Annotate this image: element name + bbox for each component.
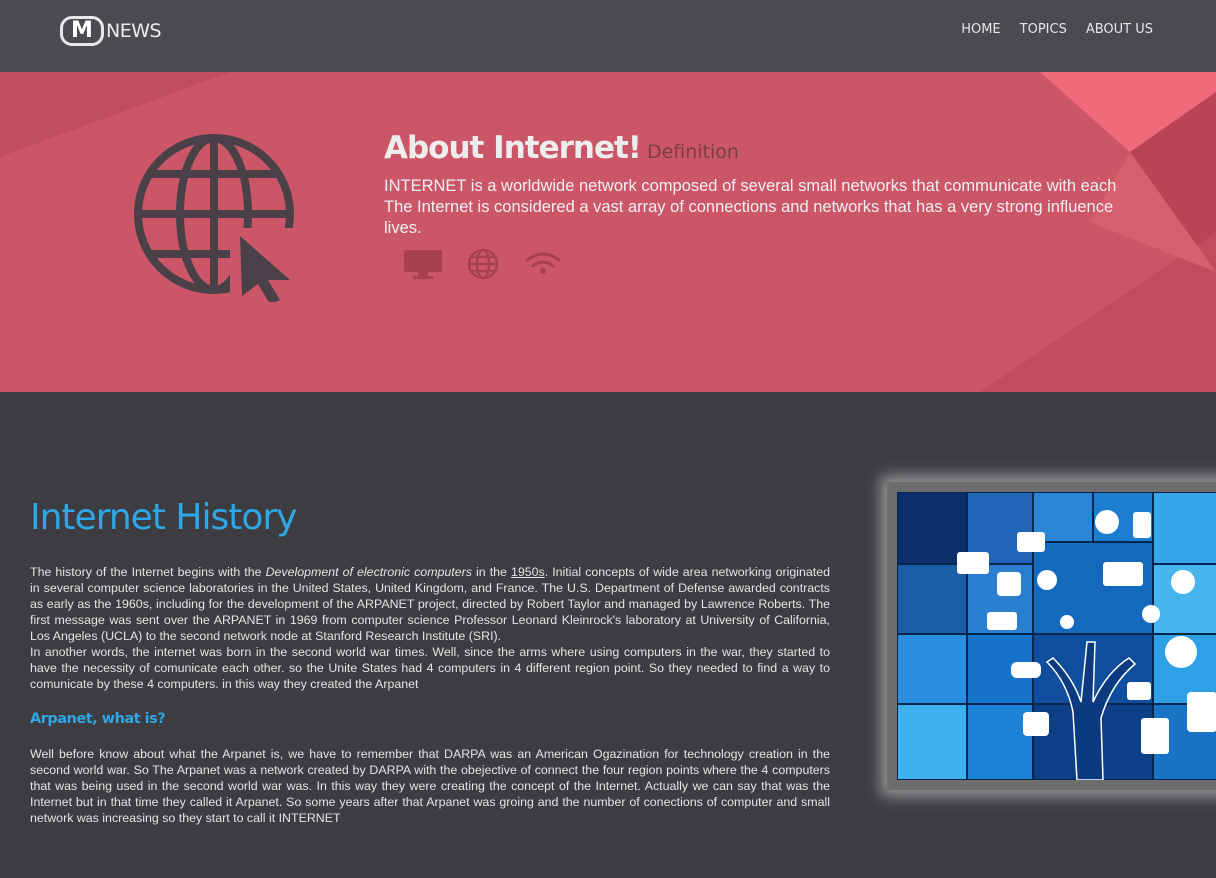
logo-text: NEWS (106, 19, 162, 42)
arpanet-paragraph: Well before know about what the Arpanet … (30, 747, 830, 825)
hero-subtitle: Definition (646, 141, 739, 163)
technology-tree-image (897, 492, 1216, 780)
hero-title-row: About Internet! Definition (384, 130, 739, 166)
para-text: In another words, the internet was born … (30, 645, 830, 691)
monitor-icon (404, 250, 442, 279)
wifi-icon (525, 252, 561, 274)
hero-icon-row (402, 248, 564, 280)
nav-about-us[interactable]: ABOUT US (1086, 22, 1153, 37)
globe-cursor-icon (134, 134, 310, 302)
hero-text-line: lives. (384, 219, 422, 237)
site-header: M NEWS HOME TOPICS ABOUT US (0, 0, 1216, 72)
hero-title: About Internet! (384, 130, 642, 166)
hero-text-line: INTERNET is a worldwide network composed… (384, 177, 1117, 195)
technology-image-frame (887, 482, 1216, 790)
logo-badge: M (60, 15, 104, 46)
site-logo[interactable]: M NEWS (60, 14, 162, 47)
nav-topics[interactable]: TOPICS (1020, 22, 1067, 37)
hero-definition-text: INTERNET is a worldwide network composed… (384, 176, 1216, 239)
globe-icon (467, 248, 499, 280)
arpanet-heading: Arpanet, what is? (30, 711, 166, 727)
para-text: The history of the Internet begins with … (30, 565, 266, 579)
nav-home[interactable]: HOME (961, 22, 1000, 37)
history-heading: Internet History (30, 497, 297, 538)
history-paragraph: The history of the Internet begins with … (30, 564, 830, 692)
hero-banner: About Internet! Definition INTERNET is a … (0, 72, 1216, 392)
para-emphasis: Development of electronic computers (265, 565, 472, 579)
hero-text-line: The Internet is considered a vast array … (384, 198, 1114, 216)
para-text: in the (471, 565, 511, 579)
1950s-link[interactable]: 1950s (511, 565, 545, 579)
main-nav: HOME TOPICS ABOUT US (961, 22, 1153, 37)
